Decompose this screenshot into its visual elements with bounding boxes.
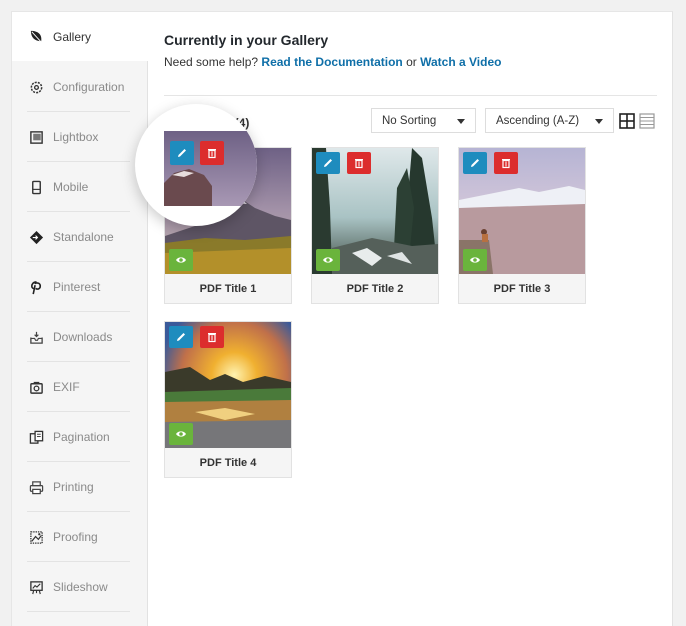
preview-button[interactable]	[316, 249, 340, 271]
sidebar-item-label: Configuration	[53, 80, 125, 94]
delete-button-magnified	[200, 141, 224, 165]
trash-icon	[502, 159, 510, 169]
proofing-icon	[28, 529, 44, 545]
grid-icon	[619, 113, 635, 129]
trash-icon	[355, 159, 363, 169]
eye-icon	[470, 257, 480, 263]
order-select-value: Ascending (A-Z)	[496, 114, 580, 127]
pencil-icon	[471, 159, 479, 167]
trash-icon	[208, 333, 216, 343]
sidebar-item-slideshow[interactable]: Slideshow	[12, 562, 148, 612]
trash-icon	[208, 149, 216, 159]
leaf-icon	[28, 29, 44, 45]
sidebar-item-exif[interactable]: EXIF	[12, 362, 148, 412]
sidebar-item-pagination[interactable]: Pagination	[12, 412, 148, 462]
gallery-item-title: PDF Title 4	[199, 457, 257, 469]
camera-icon	[28, 379, 44, 395]
delete-button[interactable]	[494, 152, 518, 174]
sidebar-item-lightbox[interactable]: Lightbox	[12, 112, 148, 162]
documentation-link[interactable]: Read the Documentation	[261, 55, 402, 69]
sidebar-item-mobile[interactable]: Mobile	[12, 162, 148, 212]
video-link[interactable]: Watch a Video	[420, 55, 501, 69]
pencil-icon	[178, 149, 186, 157]
sidebar-item-pinterest[interactable]: Pinterest	[12, 262, 148, 312]
sidebar-item-gallery[interactable]: Gallery	[12, 11, 149, 61]
sidebar-item-proofing[interactable]: Proofing	[12, 512, 148, 562]
sidebar-item-downloads[interactable]: Downloads	[12, 312, 148, 362]
sidebar-item-label: Standalone	[53, 230, 114, 244]
order-select[interactable]: Ascending (A-Z)	[485, 108, 614, 133]
sidebar-item-label: Pagination	[53, 430, 110, 444]
gallery-item-title: PDF Title 1	[199, 283, 257, 295]
sorting-select-value: No Sorting	[382, 114, 437, 127]
sidebar-item-label: Gallery	[53, 29, 92, 44]
gallery-item-title: PDF Title 2	[346, 283, 404, 295]
help-prefix: Need some help?	[164, 55, 259, 69]
delete-button[interactable]	[200, 326, 224, 348]
edit-button[interactable]	[169, 326, 193, 348]
sidebar-item-label: Mobile	[53, 180, 89, 194]
preview-button[interactable]	[169, 423, 193, 445]
edit-button[interactable]	[463, 152, 487, 174]
chevron-down-icon	[595, 119, 603, 124]
sidebar-item-configuration[interactable]: Configuration	[12, 62, 148, 112]
edit-button-magnified	[170, 141, 194, 165]
eye-icon	[323, 257, 333, 263]
sidebar-item-standalone[interactable]: Standalone	[12, 212, 148, 262]
sidebar-item-label: EXIF	[53, 380, 80, 394]
gallery-item-title: PDF Title 3	[493, 283, 551, 295]
sidebar-item-label: Proofing	[53, 530, 98, 544]
printer-icon	[28, 479, 44, 495]
sidebar-item-label: Downloads	[53, 330, 113, 344]
chevron-down-icon	[457, 119, 465, 124]
pinterest-icon	[28, 279, 44, 295]
edit-button[interactable]	[316, 152, 340, 174]
mobile-icon	[28, 179, 44, 195]
preview-button[interactable]	[169, 249, 193, 271]
pencil-icon	[324, 159, 332, 167]
sorting-select[interactable]: No Sorting	[371, 108, 476, 133]
divider	[27, 611, 130, 612]
magnified-thumbnail	[164, 131, 257, 206]
page-title: Currently in your Gallery	[164, 32, 329, 48]
eye-icon	[176, 257, 186, 263]
magnifier-callout	[135, 104, 257, 226]
sidebar-item-label: Pinterest	[53, 280, 101, 294]
main-panel: Currently in your Gallery Need some help…	[148, 11, 673, 626]
list-view-button[interactable]	[639, 113, 655, 129]
gear-icon	[28, 79, 44, 95]
download-icon	[28, 329, 44, 345]
sidebar-item-label: Lightbox	[53, 130, 99, 144]
sidebar-item-label: Slideshow	[53, 580, 108, 594]
preview-button[interactable]	[463, 249, 487, 271]
grid-view-button[interactable]	[619, 113, 635, 129]
gallery-item[interactable]: PDF Title 2	[311, 147, 439, 304]
lightbox-icon	[28, 129, 44, 145]
sidebar: Gallery Configuration Lightbox Mobile St…	[11, 11, 149, 626]
help-text: Need some help? Read the Documentation o…	[164, 55, 501, 69]
eye-icon	[176, 431, 186, 437]
divider	[164, 95, 657, 96]
delete-button[interactable]	[347, 152, 371, 174]
gallery-item[interactable]: PDF Title 4	[164, 321, 292, 478]
sidebar-item-label: Printing	[53, 480, 94, 494]
sidebar-item-printing[interactable]: Printing	[12, 462, 148, 512]
pencil-icon	[177, 333, 185, 341]
or-text: or	[406, 55, 417, 69]
slideshow-icon	[28, 579, 44, 595]
pagination-icon	[28, 429, 44, 445]
standalone-icon	[28, 229, 44, 245]
list-icon	[639, 113, 655, 129]
gallery-item[interactable]: PDF Title 3	[458, 147, 586, 304]
